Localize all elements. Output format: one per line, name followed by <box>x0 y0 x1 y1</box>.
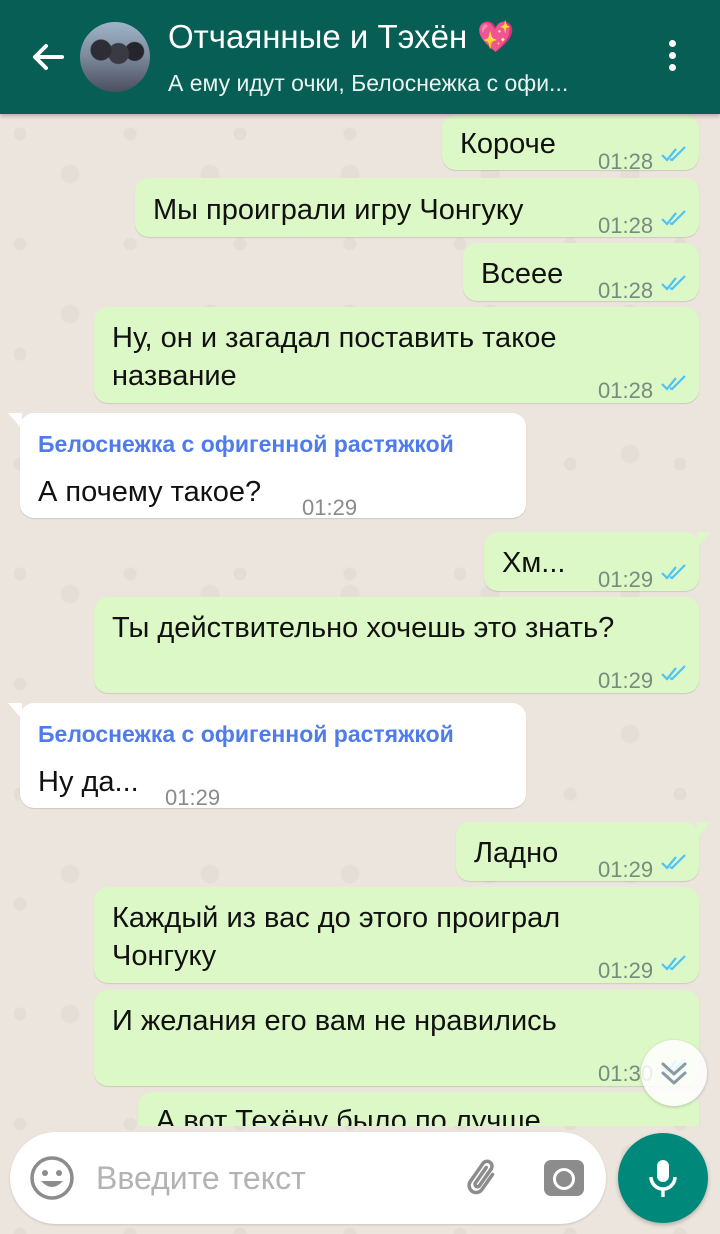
scroll-to-bottom-button[interactable] <box>641 1040 707 1106</box>
message-time: 01:28 <box>598 213 654 238</box>
chat-title-text: Отчаянные и Тэхён <box>168 18 468 55</box>
double-check-icon <box>661 854 686 870</box>
message-text: Мы проиграли игру Чонгуку <box>153 194 524 226</box>
bubble-tail <box>8 703 22 719</box>
message-text: Ну да... <box>38 766 139 798</box>
message-time: 01:29 <box>598 857 654 882</box>
message-bubble-outgoing[interactable]: Ты действительно хочешь это знать? 01:29 <box>94 597 699 693</box>
more-vertical-icon[interactable] <box>660 40 684 80</box>
double-check-icon <box>661 146 686 162</box>
message-time: 01:29 <box>165 785 221 810</box>
microphone-icon <box>649 1160 677 1197</box>
message-text: А вот Техёну было по лучше <box>156 1105 541 1126</box>
message-text: Ладно <box>474 837 559 869</box>
message-bubble-outgoing[interactable]: Мы проиграли игру Чонгуку 01:28 <box>135 178 699 238</box>
message-text: И желания его вам не нравились <box>112 1005 557 1037</box>
message-time: 01:28 <box>598 149 654 174</box>
smiley-icon[interactable] <box>28 1154 76 1202</box>
message-bubble-outgoing[interactable]: Всеее 01:28 <box>463 243 699 303</box>
sender-name[interactable]: Белоснежка с офигенной растяжкой <box>38 715 454 753</box>
chat-header: Отчаянные и Тэхён 💖 А ему идут очки, Бел… <box>0 0 720 114</box>
double-check-icon <box>661 275 686 291</box>
message-bubble-incoming[interactable]: Белоснежка с офигенной растяжкой Ну да..… <box>8 703 526 810</box>
message-text-line: название <box>112 360 237 392</box>
message-text-line: Чонгуку <box>112 940 217 972</box>
camera-icon[interactable] <box>540 1154 588 1202</box>
message-time: 01:29 <box>598 567 654 592</box>
message-text: А почему такое? <box>38 476 262 508</box>
message-time: 01:29 <box>598 668 654 693</box>
message-time: 01:28 <box>598 278 654 303</box>
bubble-tail <box>697 822 711 838</box>
message-composer: Введите текст <box>10 1132 606 1224</box>
bubble-tail <box>8 413 22 429</box>
paperclip-icon[interactable] <box>460 1154 508 1202</box>
message-clip-area: А вот Техёну было по лучше <box>0 1092 720 1126</box>
microphone-button[interactable] <box>618 1133 708 1223</box>
double-check-icon <box>661 564 686 580</box>
double-check-icon <box>661 210 686 226</box>
message-bubble-outgoing[interactable]: Каждый из вас до этого проиграл Чонгуку … <box>94 887 699 983</box>
message-bubble-incoming[interactable]: Белоснежка с офигенной растяжкой А почем… <box>8 413 526 520</box>
message-bubble-outgoing[interactable]: А вот Техёну было по лучше <box>138 1092 699 1126</box>
sparkling-heart-icon: 💖 <box>477 20 515 54</box>
message-text: Хм... <box>502 547 566 579</box>
message-bubble-outgoing[interactable]: Короче 01:28 <box>442 115 699 174</box>
double-check-icon <box>661 665 686 681</box>
message-text-line: Ну, он и загадал поставить такое <box>112 322 557 354</box>
message-text: Ты действительно хочешь это знать? <box>112 612 615 644</box>
message-input[interactable]: Введите текст <box>96 1160 306 1197</box>
sender-name[interactable]: Белоснежка с офигенной растяжкой <box>38 425 454 463</box>
group-avatar[interactable] <box>80 22 150 92</box>
chat-subtitle[interactable]: А ему идут очки, Белоснежка с офи... <box>168 70 568 97</box>
message-time: 01:28 <box>598 378 654 403</box>
message-bubble-outgoing[interactable]: И желания его вам не нравились 01:30 <box>94 990 699 1086</box>
double-check-icon <box>661 375 686 391</box>
message-text: Короче <box>460 128 556 160</box>
message-bubble-outgoing[interactable]: Хм... 01:29 <box>484 532 711 592</box>
double-check-icon <box>661 955 686 971</box>
message-time: 01:29 <box>598 958 654 983</box>
chat-title[interactable]: Отчаянные и Тэхён 💖 <box>168 18 515 56</box>
message-text: Всеее <box>481 258 564 290</box>
arrow-left-icon[interactable] <box>28 37 68 77</box>
message-bubble-outgoing[interactable]: Ну, он и загадал поставить такое названи… <box>94 307 699 403</box>
bubble-tail <box>697 532 711 548</box>
message-time: 01:29 <box>302 495 358 520</box>
double-chevron-down-icon <box>661 1062 687 1085</box>
message-bubble-outgoing[interactable]: Ладно 01:29 <box>456 822 711 882</box>
message-text-line: Каждый из вас до этого проиграл <box>112 902 561 934</box>
